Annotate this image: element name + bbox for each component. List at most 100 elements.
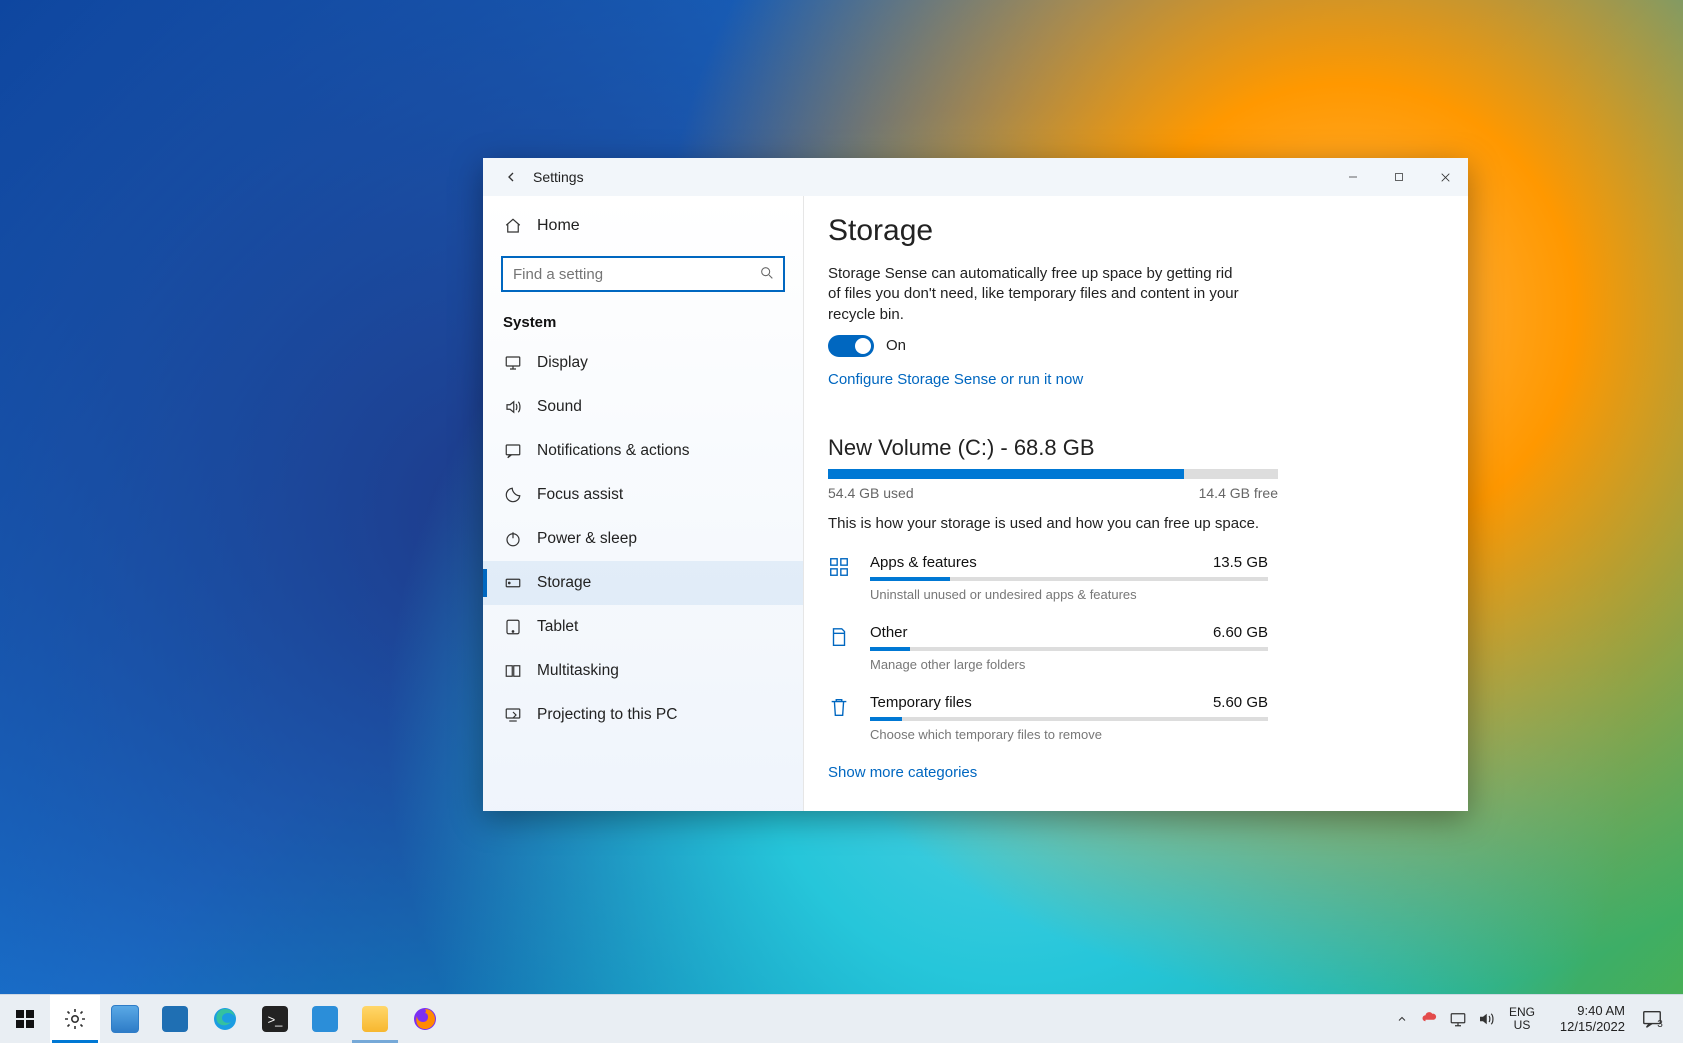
- sidebar-item-label: Multitasking: [537, 662, 619, 680]
- close-button[interactable]: [1422, 158, 1468, 196]
- tray-date: 12/15/2022: [1560, 1019, 1625, 1035]
- tray-language-region: US: [1514, 1019, 1531, 1032]
- sidebar-item-label: Projecting to this PC: [537, 706, 677, 724]
- file-explorer-icon: [362, 1006, 388, 1032]
- tray-volume-icon[interactable]: [1473, 995, 1499, 1043]
- category-bar: [870, 717, 1268, 721]
- action-center-badge: 3: [1657, 1019, 1663, 1030]
- sidebar-item-notifications[interactable]: Notifications & actions: [483, 429, 803, 473]
- tray-language[interactable]: ENG US: [1501, 1006, 1543, 1032]
- notifications-icon: [503, 441, 523, 461]
- search-wrap: [501, 256, 785, 292]
- storage-icon: [503, 573, 523, 593]
- taskbar-app-store[interactable]: [150, 995, 200, 1043]
- tray-overflow-button[interactable]: [1389, 995, 1415, 1043]
- category-bar-fill: [870, 717, 902, 721]
- taskbar-app-terminal[interactable]: >_: [250, 995, 300, 1043]
- settings-window: Settings Home: [483, 158, 1468, 811]
- sidebar-item-focus-assist[interactable]: Focus assist: [483, 473, 803, 517]
- sidebar-item-multitasking[interactable]: Multitasking: [483, 649, 803, 693]
- category-subtext: Manage other large folders: [870, 657, 1268, 672]
- sidebar-home[interactable]: Home: [483, 206, 803, 246]
- volume-usage-fill: [828, 469, 1184, 479]
- volume-title: New Volume (C:) - 68.8 GB: [828, 435, 1436, 461]
- search-icon: [759, 265, 775, 286]
- home-icon: [503, 216, 523, 236]
- sidebar-item-label: Focus assist: [537, 486, 623, 504]
- titlebar: Settings: [483, 158, 1468, 196]
- category-size: 6.60 GB: [1213, 624, 1268, 641]
- search-input[interactable]: [501, 256, 785, 292]
- tray-onedrive-icon[interactable]: [1417, 995, 1443, 1043]
- taskbar-app-settings[interactable]: [50, 995, 100, 1043]
- power-sleep-icon: [503, 529, 523, 549]
- sidebar-item-label: Power & sleep: [537, 530, 637, 548]
- sidebar-item-storage[interactable]: Storage: [483, 561, 803, 605]
- category-size: 5.60 GB: [1213, 694, 1268, 711]
- taskbar-app-vscode[interactable]: [300, 995, 350, 1043]
- tray-network-icon[interactable]: [1445, 995, 1471, 1043]
- storage-category-apps[interactable]: Apps & features 13.5 GB Uninstall unused o…: [828, 554, 1268, 602]
- sidebar-item-label: Notifications & actions: [537, 442, 690, 460]
- storage-sense-toggle[interactable]: [828, 335, 874, 357]
- focus-assist-icon: [503, 485, 523, 505]
- page-title: Storage: [828, 214, 1436, 248]
- maximize-button[interactable]: [1376, 158, 1422, 196]
- category-bar-fill: [870, 577, 950, 581]
- terminal-icon: >_: [262, 1006, 288, 1032]
- back-button[interactable]: [493, 169, 529, 185]
- volume-usage-bar: [828, 469, 1278, 479]
- projecting-icon: [503, 705, 523, 725]
- sidebar-item-projecting[interactable]: Projecting to this PC: [483, 693, 803, 737]
- taskbar-app-edge[interactable]: [200, 995, 250, 1043]
- category-size: 13.5 GB: [1213, 554, 1268, 571]
- volume-description: This is how your storage is used and how…: [828, 515, 1436, 532]
- category-label: Temporary files: [870, 694, 972, 711]
- category-subtext: Uninstall unused or undesired apps & fea…: [870, 587, 1268, 602]
- apps-icon: [828, 554, 852, 602]
- action-center-button[interactable]: 3: [1633, 1008, 1677, 1030]
- category-label: Apps & features: [870, 554, 977, 571]
- taskbar-app-firefox[interactable]: [400, 995, 450, 1043]
- category-subtext: Choose which temporary files to remove: [870, 727, 1268, 742]
- category-bar: [870, 577, 1268, 581]
- show-more-categories-link[interactable]: Show more categories: [828, 764, 977, 781]
- storage-sense-description: Storage Sense can automatically free up …: [828, 264, 1248, 325]
- store-icon: [162, 1006, 188, 1032]
- taskview-icon: [111, 1005, 139, 1033]
- sound-icon: [503, 397, 523, 417]
- sidebar: Home System Display Sound Notifications & …: [483, 196, 804, 811]
- sidebar-item-label: Sound: [537, 398, 582, 416]
- window-title: Settings: [533, 169, 584, 185]
- start-button[interactable]: [0, 995, 50, 1043]
- taskbar: >_: [0, 994, 1683, 1043]
- volume-used-label: 54.4 GB used: [828, 485, 914, 501]
- tablet-icon: [503, 617, 523, 637]
- display-icon: [503, 353, 523, 373]
- category-label: Other: [870, 624, 908, 641]
- edge-icon: [213, 1007, 237, 1031]
- taskbar-app-taskview[interactable]: [100, 995, 150, 1043]
- sidebar-item-display[interactable]: Display: [483, 341, 803, 385]
- tray-time: 9:40 AM: [1577, 1003, 1625, 1019]
- storage-sense-toggle-label: On: [886, 337, 906, 354]
- toggle-knob: [855, 338, 871, 354]
- sidebar-item-tablet[interactable]: Tablet: [483, 605, 803, 649]
- sidebar-section-label: System: [483, 308, 803, 341]
- temp-icon: [828, 694, 852, 742]
- sidebar-item-label: Tablet: [537, 618, 578, 636]
- system-tray: ENG US 9:40 AM 12/15/2022 3: [1383, 995, 1683, 1043]
- volume-free-label: 14.4 GB free: [1199, 485, 1278, 501]
- firefox-icon: [413, 1007, 437, 1031]
- main-panel: Storage Storage Sense can automatically …: [804, 196, 1468, 811]
- sidebar-item-sound[interactable]: Sound: [483, 385, 803, 429]
- minimize-button[interactable]: [1330, 158, 1376, 196]
- configure-storage-sense-link[interactable]: Configure Storage Sense or run it now: [828, 371, 1083, 388]
- sidebar-home-label: Home: [537, 217, 580, 235]
- taskbar-app-file-explorer[interactable]: [350, 995, 400, 1043]
- other-icon: [828, 624, 852, 672]
- tray-clock[interactable]: 9:40 AM 12/15/2022: [1545, 1003, 1631, 1034]
- sidebar-item-power-sleep[interactable]: Power & sleep: [483, 517, 803, 561]
- storage-category-other[interactable]: Other 6.60 GB Manage other large folders: [828, 624, 1268, 672]
- storage-category-temp[interactable]: Temporary files 5.60 GB Choose which tempo…: [828, 694, 1268, 742]
